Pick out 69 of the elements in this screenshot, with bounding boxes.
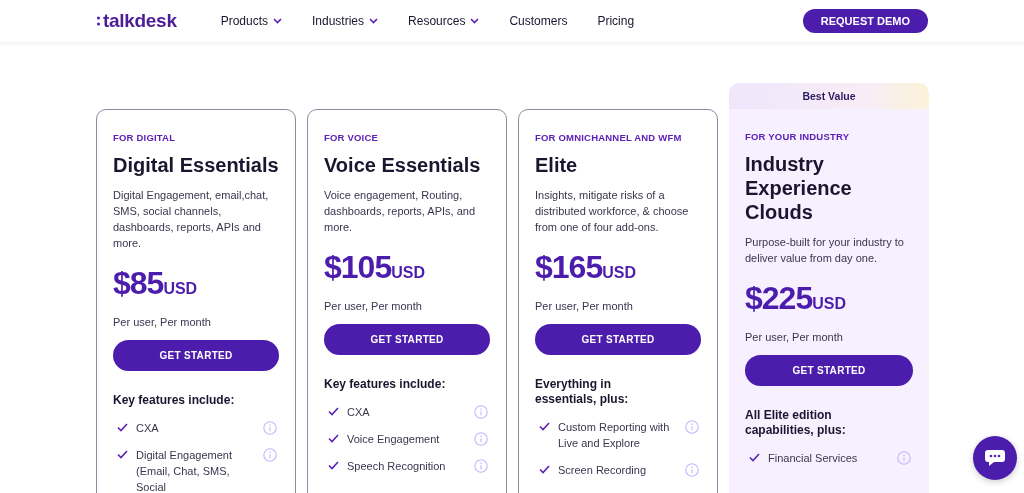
chevron-down-icon [369, 18, 379, 24]
plan-price: $165 [535, 249, 603, 286]
info-icon[interactable] [474, 459, 488, 473]
feature-item: Custom Reporting with Live and Explore [558, 420, 671, 451]
plan-description: Digital Engagement, email,chat, SMS, social channels, dashboards, reports, APIs and more. [113, 188, 270, 251]
plan-category: FOR DIGITAL [113, 132, 177, 143]
feature-item: CXA [136, 421, 160, 436]
plan-description: Voice engagement, Routing, dashboards, reports, APIs, and more. [324, 188, 477, 235]
info-icon[interactable] [263, 421, 277, 435]
plan-category: FOR YOUR INDUSTRY [745, 131, 851, 142]
plan-category: FOR OMNICHANNEL AND WFM [535, 132, 683, 143]
get-started-button[interactable]: GET STARTED [324, 324, 490, 355]
nav-link[interactable]: Industries [312, 14, 379, 28]
talkdesk-logo[interactable]: talkdesk [96, 10, 177, 32]
check-icon [539, 465, 550, 474]
feature-item: CXA [347, 405, 371, 420]
currency-label: USD [602, 264, 636, 282]
chat-bubble-icon [984, 449, 1006, 467]
check-icon [749, 453, 760, 462]
check-icon [117, 423, 128, 432]
plan-price: $105 [324, 249, 392, 286]
check-icon [539, 422, 550, 431]
check-icon [328, 407, 339, 416]
chevron-down-icon [273, 18, 282, 24]
get-started-button[interactable]: GET STARTED [113, 340, 279, 371]
check-icon [117, 450, 128, 459]
request-demo-button[interactable]: REQUEST DEMO [802, 9, 928, 33]
plan-category: FOR VOICE [324, 132, 380, 143]
plan-title: Industry Experience Clouds [745, 152, 853, 224]
best-value-banner: Best Value [729, 83, 929, 109]
features-heading: Key features include: [113, 393, 236, 408]
features-heading: Key features include: [324, 377, 447, 392]
billing-period: Per user, Per month [113, 316, 212, 328]
feature-item: Speech Recognition [347, 459, 447, 474]
feature-item: Screen Recording [558, 463, 648, 478]
plan-title: Elite [535, 153, 579, 177]
feature-item: Digital Engagement (Email, Chat, SMS, Social [136, 448, 233, 493]
nav-link[interactable]: Customers [509, 14, 568, 28]
billing-period: Per user, Per month [324, 300, 423, 312]
plan-title: Voice Essentials [324, 153, 482, 177]
plan-title: Digital Essentials [113, 153, 279, 177]
chat-button[interactable] [973, 436, 1017, 480]
nav-link[interactable]: Products [220, 14, 282, 28]
get-started-button[interactable]: GET STARTED [745, 355, 913, 386]
billing-period: Per user, Per month [745, 331, 844, 343]
nav-link[interactable]: Pricing [597, 14, 635, 28]
plan-description: Insights, mitigate risks of a distributed workforce, & choose from one of four add-ons. [535, 188, 690, 235]
feature-item: Financial Services [768, 451, 859, 466]
currency-label: USD [163, 280, 198, 298]
get-started-button[interactable]: GET STARTED [535, 324, 701, 355]
feature-item: Voice Engagement [347, 432, 441, 447]
plan-price: $85 [113, 265, 164, 302]
info-icon[interactable] [474, 405, 488, 419]
info-icon[interactable] [685, 420, 699, 434]
info-icon[interactable] [474, 432, 488, 446]
currency-label: USD [391, 264, 425, 282]
features-heading: Everything in essentials, plus: [535, 377, 630, 407]
plan-price: $225 [745, 280, 813, 317]
info-icon[interactable] [897, 451, 911, 465]
info-icon[interactable] [685, 463, 699, 477]
plan-description: Purpose-built for your industry to deliver value from day one. [745, 235, 905, 266]
features-heading: All Elite edition capabilities, plus: [745, 408, 847, 438]
chevron-down-icon [470, 18, 480, 24]
check-icon [328, 461, 339, 470]
nav-link[interactable]: Resources [408, 14, 480, 28]
currency-label: USD [812, 295, 846, 313]
info-icon[interactable] [263, 448, 277, 462]
check-icon [328, 434, 339, 443]
billing-period: Per user, Per month [535, 300, 634, 312]
